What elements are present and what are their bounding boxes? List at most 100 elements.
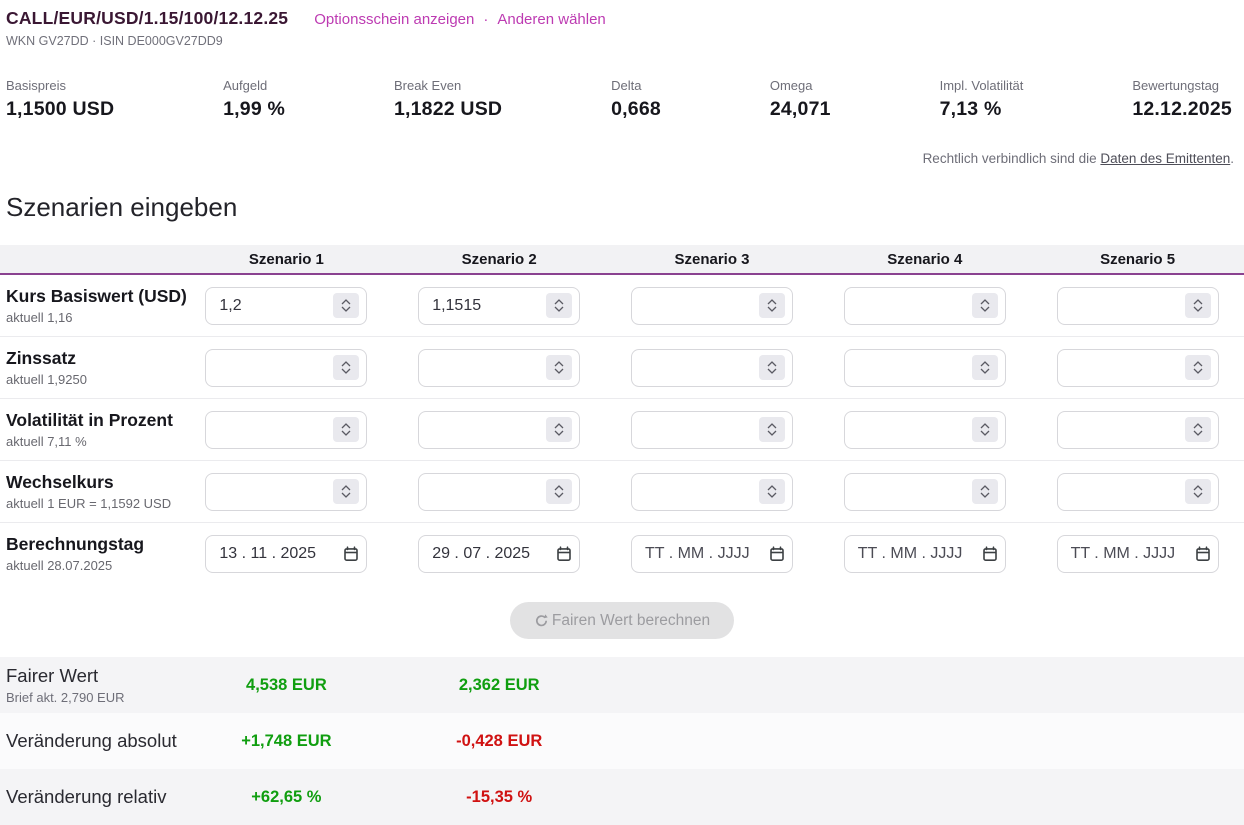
chevron-down-icon [341, 368, 351, 374]
result-label-text: Veränderung relativ [6, 786, 180, 808]
input-volatilitaet-szenario-3[interactable] [631, 411, 793, 449]
input-kurs-basiswert-szenario-2[interactable]: 1,1515 [418, 287, 580, 325]
input-berechnungstag-szenario-4[interactable]: TT . MM . JJJJ [844, 535, 1006, 573]
warrant-title-row: CALL/EUR/USD/1.15/100/12.12.25 Optionssc… [6, 8, 1236, 29]
key-figure-omega: Omega24,071 [770, 78, 831, 121]
number-stepper[interactable] [546, 479, 572, 504]
calculate-fair-value-button[interactable]: Fairen Wert berechnen [510, 602, 734, 639]
result-row-ver-nderung-absolut: Veränderung absolut+1,748 EUR-0,428 EUR [0, 713, 1244, 769]
number-stepper[interactable] [1185, 355, 1211, 380]
input-value: 1,1515 [432, 297, 481, 315]
input-wechselkurs-szenario-5[interactable] [1057, 473, 1219, 511]
number-stepper[interactable] [759, 293, 785, 318]
issuer-data-link[interactable]: Daten des Emittenten [1100, 151, 1230, 166]
input-value: 1,2 [219, 297, 241, 315]
input-wechselkurs-szenario-1[interactable] [205, 473, 367, 511]
input-kurs-basiswert-szenario-3[interactable] [631, 287, 793, 325]
input-kurs-basiswert-szenario-4[interactable] [844, 287, 1006, 325]
input-volatilitaet-szenario-5[interactable] [1057, 411, 1219, 449]
input-kurs-basiswert-szenario-5[interactable] [1057, 287, 1219, 325]
section-title: Szenarien eingeben [0, 192, 1244, 223]
chevron-up-icon [341, 485, 351, 491]
number-stepper[interactable] [546, 417, 572, 442]
number-stepper[interactable] [759, 355, 785, 380]
scenario-row-berechnungstag: Berechnungstagaktuell 28.07.202513 . 11 … [0, 523, 1244, 584]
key-figure-value: 1,1500 USD [6, 98, 114, 121]
number-stepper[interactable] [333, 293, 359, 318]
number-stepper[interactable] [972, 293, 998, 318]
chevron-down-icon [767, 430, 777, 436]
key-figure-label: Impl. Volatilität [940, 78, 1024, 93]
number-stepper[interactable] [1185, 479, 1211, 504]
scenario-table: Szenario 1Szenario 2Szenario 3Szenario 4… [0, 245, 1244, 584]
chevron-up-icon [1193, 361, 1203, 367]
chevron-up-icon [767, 485, 777, 491]
input-wechselkurs-szenario-4[interactable] [844, 473, 1006, 511]
warrant-title: CALL/EUR/USD/1.15/100/12.12.25 [6, 8, 288, 29]
chevron-up-icon [341, 299, 351, 305]
key-figure-basispreis: Basispreis 1,1500 USD [6, 78, 114, 121]
number-stepper[interactable] [1185, 293, 1211, 318]
key-figure-label: Aufgeld [223, 78, 285, 93]
number-stepper[interactable] [1185, 417, 1211, 442]
calendar-button[interactable] [343, 546, 359, 562]
number-stepper[interactable] [759, 479, 785, 504]
input-volatilitaet-szenario-4[interactable] [844, 411, 1006, 449]
number-stepper[interactable] [333, 355, 359, 380]
number-stepper[interactable] [333, 479, 359, 504]
key-figure-value: 0,668 [611, 98, 661, 121]
number-stepper[interactable] [546, 355, 572, 380]
choose-other-link[interactable]: Anderen wählen [497, 11, 605, 28]
legal-suffix: . [1230, 151, 1234, 166]
input-berechnungstag-szenario-2[interactable]: 29 . 07 . 2025 [418, 535, 580, 573]
input-berechnungstag-szenario-5[interactable]: TT . MM . JJJJ [1057, 535, 1219, 573]
number-stepper[interactable] [546, 293, 572, 318]
show-warrant-link[interactable]: Optionsschein anzeigen [314, 11, 474, 28]
input-berechnungstag-szenario-1[interactable]: 13 . 11 . 2025 [205, 535, 367, 573]
result-value-cell: +1,748 EUR [180, 732, 393, 751]
chevron-down-icon [1193, 430, 1203, 436]
key-figure-break-even: Break Even1,1822 USD [394, 78, 502, 121]
calendar-button[interactable] [982, 546, 998, 562]
key-figure-label: Basispreis [6, 78, 114, 93]
input-zinssatz-szenario-4[interactable] [844, 349, 1006, 387]
chevron-down-icon [767, 306, 777, 312]
input-kurs-basiswert-szenario-1[interactable]: 1,2 [205, 287, 367, 325]
chevron-up-icon [554, 361, 564, 367]
input-wechselkurs-szenario-2[interactable] [418, 473, 580, 511]
input-volatilitaet-szenario-1[interactable] [205, 411, 367, 449]
key-figure-delta: Delta0,668 [611, 78, 661, 121]
calendar-button[interactable] [1195, 546, 1211, 562]
number-stepper[interactable] [972, 417, 998, 442]
column-header-szenario-4: Szenario 4 [818, 251, 1031, 268]
warrant-links: Optionsschein anzeigen · Anderen wählen [314, 11, 606, 28]
input-zinssatz-szenario-5[interactable] [1057, 349, 1219, 387]
chevron-down-icon [554, 430, 564, 436]
column-header-szenario-3: Szenario 3 [606, 251, 819, 268]
input-wechselkurs-szenario-3[interactable] [631, 473, 793, 511]
calendar-button[interactable] [556, 546, 572, 562]
number-stepper[interactable] [333, 417, 359, 442]
result-label-text: Veränderung absolut [6, 730, 180, 752]
result-value-cell: 4,538 EUR [180, 676, 393, 695]
key-figure-value: 1,1822 USD [394, 98, 502, 121]
key-figure-value: 24,071 [770, 98, 831, 121]
row-current-value: aktuell 1,16 [6, 310, 180, 325]
calendar-button[interactable] [769, 546, 785, 562]
input-volatilitaet-szenario-2[interactable] [418, 411, 580, 449]
number-stepper[interactable] [972, 479, 998, 504]
link-separator: · [483, 11, 488, 28]
input-zinssatz-szenario-2[interactable] [418, 349, 580, 387]
row-current-value: aktuell 28.07.2025 [6, 558, 180, 573]
input-zinssatz-szenario-3[interactable] [631, 349, 793, 387]
chevron-down-icon [1193, 306, 1203, 312]
row-label-text: Kurs Basiswert (USD) [6, 286, 180, 307]
input-berechnungstag-szenario-3[interactable]: TT . MM . JJJJ [631, 535, 793, 573]
refresh-icon [534, 613, 549, 628]
chevron-down-icon [554, 492, 564, 498]
number-stepper[interactable] [759, 417, 785, 442]
input-zinssatz-szenario-1[interactable] [205, 349, 367, 387]
chevron-up-icon [767, 423, 777, 429]
calendar-icon [343, 546, 359, 562]
number-stepper[interactable] [972, 355, 998, 380]
